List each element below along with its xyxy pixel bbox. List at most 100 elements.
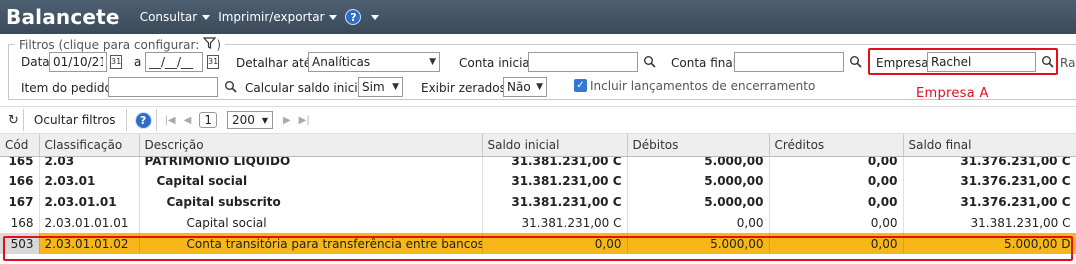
col-header-classificacao[interactable]: Classificação [39, 134, 140, 157]
calendar-icon[interactable]: 31 [207, 55, 219, 69]
help-icon[interactable]: ? [134, 111, 152, 129]
col-header-saldo-final[interactable]: Saldo final [903, 134, 1076, 157]
conta-final-field[interactable] [734, 52, 844, 72]
cell-saldo-inicial: 31.381.231,00 C [482, 212, 628, 233]
incluir-encerramento-checkbox[interactable]: ✓ [574, 79, 587, 92]
cell-creditos: 0,00 [769, 212, 904, 233]
col-header-creditos[interactable]: Créditos [769, 134, 904, 157]
cell-creditos: 0,00 [769, 191, 904, 212]
toolbar-divider [155, 109, 157, 131]
search-icon[interactable] [224, 80, 238, 94]
chevron-down-icon [371, 14, 380, 20]
calc-saldo-select[interactable]: Sim ▼ [358, 77, 403, 97]
a-label: a [134, 55, 142, 69]
exibir-zerados-value: Não [507, 80, 531, 94]
cell-classificacao: 2.03.01.01.01 [39, 212, 140, 233]
cell-descricao: PATRIMÔNIO LÍQUIDO [139, 156, 483, 170]
data-label: Data [21, 55, 50, 69]
detalhar-label: Detalhar até [236, 56, 312, 70]
cell-saldo-final: 31.376.231,00 C [903, 156, 1076, 170]
empresa-label: Empresa [876, 56, 929, 70]
page-size-value: 200 [231, 113, 255, 127]
menu-consultar[interactable]: Consultar [140, 10, 211, 24]
item-pedido-field[interactable] [108, 77, 218, 97]
app-header: Balancete Consultar Imprimir/exportar ? [0, 0, 1076, 34]
ocultar-filtros-button[interactable]: Ocultar filtros [28, 113, 122, 127]
empresa-annotation: Empresa A [916, 86, 989, 101]
cell-descricao: Capital social [139, 170, 483, 191]
detalhar-value: Analíticas [312, 55, 371, 69]
page-size-select[interactable]: 200 ▼ [226, 111, 273, 129]
cell-classificacao: 2.03 [39, 156, 140, 170]
first-page-icon[interactable]: |◀ [165, 115, 176, 126]
filters-legend-close: ) [216, 37, 221, 52]
toolbar-divider [22, 109, 24, 131]
funnel-icon[interactable] [202, 37, 217, 52]
cell-descricao: Capital social [139, 212, 483, 233]
cell-creditos: 0,00 [769, 170, 904, 191]
help-icon: ? [345, 9, 362, 25]
filters-legend[interactable]: Filtros (clique para configurar: ) [15, 37, 225, 52]
prev-page-icon[interactable]: ◀ [184, 115, 192, 126]
search-icon[interactable] [849, 55, 863, 69]
cell-debitos: 5.000,00 [627, 170, 770, 191]
empresa-name-overflow: Rac [1060, 56, 1076, 70]
exibir-zerados-select[interactable]: Não ▼ [503, 77, 547, 97]
data-to-field[interactable] [145, 52, 203, 72]
cell-debitos: 5.000,00 [627, 156, 770, 170]
last-page-icon[interactable]: ▶| [299, 115, 310, 126]
page-title: Balancete [6, 5, 120, 29]
cell-debitos: 5.000,00 [627, 191, 770, 212]
data-from-field[interactable] [49, 52, 107, 72]
chevron-down-icon: ▼ [536, 82, 543, 92]
table-header-row: Cód Classificação Descrição Saldo inicia… [0, 134, 1076, 157]
search-icon[interactable] [643, 55, 657, 69]
table-row[interactable]: 166 2.03.01 Capital social 31.381.231,00… [0, 170, 1076, 191]
calc-saldo-label: Calcular saldo inicial [245, 81, 369, 95]
menu-consultar-label: Consultar [139, 10, 198, 24]
refresh-icon[interactable]: ↻ [8, 113, 19, 128]
conta-final-label: Conta final [671, 56, 737, 70]
col-header-saldo-inicial[interactable]: Saldo inicial [482, 134, 628, 157]
toolbar-divider [125, 109, 127, 131]
exibir-zerados-label: Exibir zerados [421, 81, 506, 95]
cell-cod: 167 [0, 191, 40, 212]
cell-classificacao: 2.03.01.01 [39, 191, 140, 212]
table-row[interactable]: 168 2.03.01.01.01 Capital social 31.381.… [0, 212, 1076, 233]
cell-saldo-final: 31.381.231,00 C [903, 212, 1076, 233]
help-menu[interactable]: ? [345, 9, 380, 25]
selected-row-highlight-box [3, 236, 1073, 261]
table-row[interactable]: 165 2.03 PATRIMÔNIO LÍQUIDO 31.381.231,0… [0, 156, 1076, 170]
empresa-field[interactable] [927, 52, 1036, 72]
cell-descricao: Capital subscrito [139, 191, 483, 212]
conta-inicial-field[interactable] [528, 52, 638, 72]
chevron-down-icon: ▼ [261, 115, 268, 125]
item-pedido-label: Item do pedido [21, 81, 112, 95]
cell-cod: 165 [0, 156, 40, 170]
col-header-descricao[interactable]: Descrição [139, 134, 483, 157]
chevron-down-icon: ▼ [429, 57, 436, 67]
table-row[interactable]: 167 2.03.01.01 Capital subscrito 31.381.… [0, 191, 1076, 212]
chevron-down-icon: ▼ [392, 82, 399, 92]
cell-saldo-inicial: 31.381.231,00 C [482, 156, 628, 170]
grid-toolbar: ↻ Ocultar filtros ? |◀ ◀ 1 200 ▼ ▶ ▶| [0, 106, 1076, 134]
incluir-encerramento-label: Incluir lançamentos de encerramento [590, 79, 816, 93]
filters-legend-text: Filtros (clique para configurar: [19, 37, 200, 52]
cell-saldo-final: 31.376.231,00 C [903, 170, 1076, 191]
calendar-icon[interactable]: 31 [110, 55, 122, 69]
calc-saldo-value: Sim [362, 80, 385, 94]
cell-classificacao: 2.03.01 [39, 170, 140, 191]
cell-cod: 168 [0, 212, 40, 233]
chevron-down-icon [329, 14, 338, 20]
col-header-debitos[interactable]: Débitos [627, 134, 770, 157]
menu-imprimir-exportar[interactable]: Imprimir/exportar [218, 10, 338, 24]
cell-saldo-final: 31.376.231,00 C [903, 191, 1076, 212]
detalhar-select[interactable]: Analíticas ▼ [308, 52, 440, 72]
conta-inicial-label: Conta inicial [459, 56, 534, 70]
search-icon[interactable] [1041, 55, 1055, 69]
cell-creditos: 0,00 [769, 156, 904, 170]
cell-cod: 166 [0, 170, 40, 191]
page-number-input[interactable]: 1 [199, 112, 217, 128]
next-page-icon[interactable]: ▶ [283, 115, 291, 126]
col-header-cod[interactable]: Cód [0, 134, 40, 157]
